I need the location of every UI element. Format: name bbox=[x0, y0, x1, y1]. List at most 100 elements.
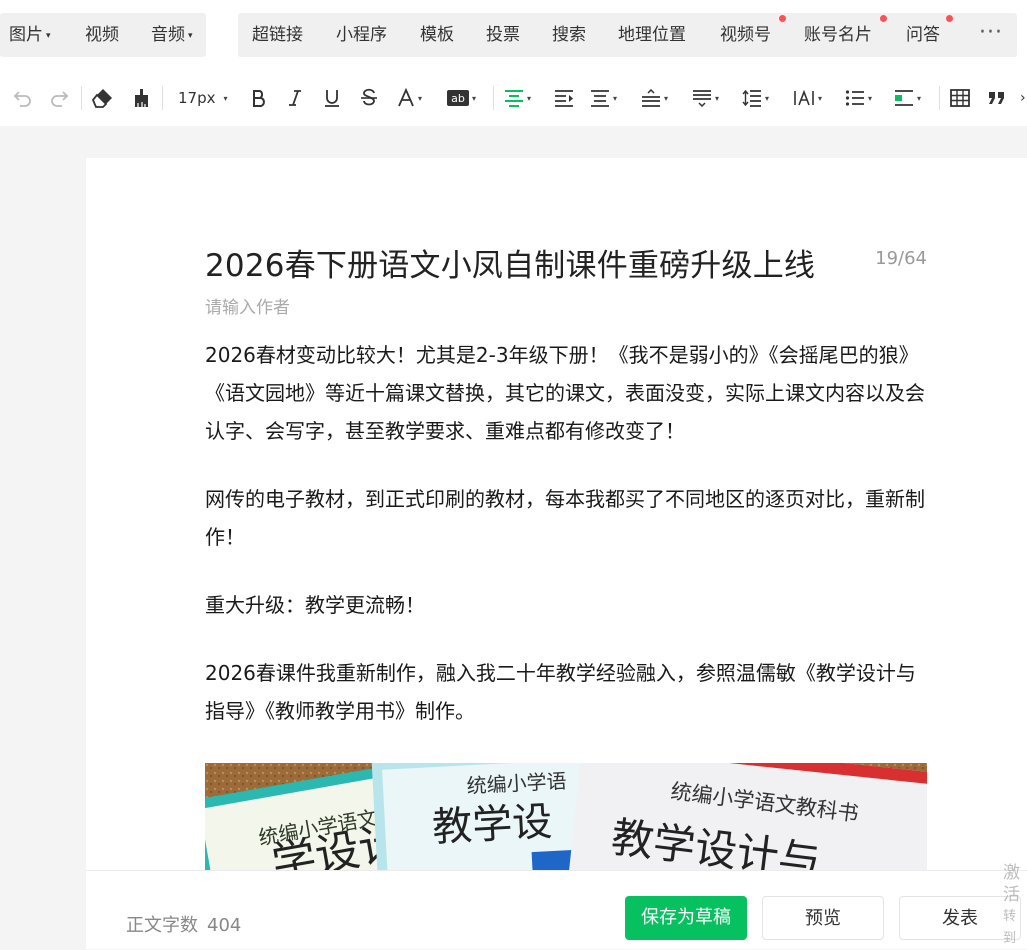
title-char-count: 19/64 bbox=[875, 248, 927, 269]
paragraph-spacing-button[interactable]: ▾ bbox=[590, 70, 617, 126]
word-count-label: 正文字数 bbox=[126, 915, 198, 936]
italic-button[interactable] bbox=[287, 70, 303, 126]
body-paragraph: 2026春材变动比较大！尤其是2-3年级下册！《我不是弱小的》《会摇尾巴的狼》《… bbox=[205, 343, 925, 443]
watermark-line: 转到 bbox=[1003, 909, 1017, 946]
chevron-down-icon: ▾ bbox=[472, 93, 477, 103]
chevron-icon: › bbox=[1020, 90, 1026, 106]
save-draft-button[interactable]: 保存为草稿 bbox=[625, 896, 747, 940]
paint-brush-icon bbox=[135, 89, 148, 107]
strikethrough-icon bbox=[361, 88, 377, 106]
chevron-down-icon: ▾ bbox=[917, 93, 922, 103]
italic-icon bbox=[289, 90, 301, 106]
strikethrough-button[interactable] bbox=[360, 70, 378, 126]
body-paragraph: 2026春课件我重新制作，融入我二十年教学经验融入，参照温儒敏《教学设计与指导》… bbox=[205, 661, 916, 723]
insert-toolbar: 图片 ▾ 视频 音频 ▾ 超链接 小程序 模板 投票 搜索 地理位置 视频号 账号名… bbox=[0, 0, 1027, 70]
more-format-button[interactable]: › bbox=[1020, 70, 1026, 126]
insert-location-button[interactable]: 地理位置 bbox=[618, 13, 686, 57]
paragraph-spacing-icon bbox=[591, 90, 609, 107]
font-size-select[interactable]: 17px ▾ bbox=[178, 70, 228, 126]
space-before-icon bbox=[642, 89, 660, 107]
svg-text:ab: ab bbox=[451, 92, 465, 105]
space-after-icon bbox=[693, 90, 711, 107]
insert-video-button[interactable]: 视频 bbox=[85, 13, 119, 57]
insert-account-card-button[interactable]: 账号名片 bbox=[804, 13, 872, 57]
insert-search-button[interactable]: 搜索 bbox=[552, 13, 586, 57]
background-color-button[interactable]: ab ▾ bbox=[447, 70, 476, 126]
textbook-photo: 统编小学语文 学设计 统编小学语 教学设 统编小学语文教科书 教学设计与 bbox=[205, 763, 927, 873]
chevron-down-icon: ▾ bbox=[715, 93, 720, 103]
insert-template-button[interactable]: 模板 bbox=[420, 13, 454, 57]
publish-footer: 正文字数 404 保存为草稿 预览 发表 bbox=[86, 870, 1027, 949]
word-count-value: 404 bbox=[207, 915, 242, 936]
media-insert-group: 图片 ▾ 视频 音频 ▾ bbox=[0, 13, 206, 57]
undo-icon bbox=[13, 91, 31, 107]
space-after-button[interactable]: ▾ bbox=[692, 70, 719, 126]
content-insert-group: 超链接 小程序 模板 投票 搜索 地理位置 视频号 账号名片 问答 ··· bbox=[238, 13, 1017, 57]
table-icon bbox=[950, 89, 970, 107]
underline-icon bbox=[325, 90, 339, 107]
redo-button[interactable] bbox=[48, 70, 70, 126]
new-dot-icon bbox=[779, 15, 786, 22]
toolbar-divider bbox=[81, 86, 82, 110]
article-image[interactable]: 统编小学语文 学设计 统编小学语 教学设 统编小学语文教科书 教学设计与 bbox=[205, 763, 927, 873]
insert-vote-button[interactable]: 投票 bbox=[486, 13, 520, 57]
bold-button[interactable] bbox=[251, 70, 267, 126]
font-color-icon bbox=[398, 88, 414, 107]
new-dot-icon bbox=[880, 15, 887, 22]
bullet-list-icon bbox=[845, 90, 864, 106]
style-block-button[interactable]: ▾ bbox=[894, 70, 921, 126]
line-height-button[interactable]: ▾ bbox=[742, 70, 769, 126]
letter-spacing-icon bbox=[794, 89, 814, 106]
list-button[interactable]: ▾ bbox=[845, 70, 872, 126]
insert-qa-button[interactable]: 问答 bbox=[906, 13, 940, 57]
article-body-editor[interactable]: 2026春材变动比较大！尤其是2-3年级下册！《我不是弱小的》《会摇尾巴的狼》《… bbox=[205, 336, 929, 760]
chevron-down-icon: ▾ bbox=[188, 31, 193, 41]
style-block-icon bbox=[895, 90, 913, 106]
letter-spacing-button[interactable]: ▾ bbox=[793, 70, 822, 126]
toolbar-divider bbox=[162, 86, 163, 110]
chevron-down-icon: ▾ bbox=[418, 93, 423, 103]
highlight-icon: ab bbox=[447, 90, 469, 106]
indent-button[interactable] bbox=[554, 70, 574, 126]
chevron-down-icon: ▾ bbox=[527, 93, 532, 103]
insert-image-button[interactable]: 图片 ▾ bbox=[9, 13, 51, 57]
insert-hyperlink-button[interactable]: 超链接 bbox=[252, 13, 303, 57]
activation-watermark: 激活 转到 bbox=[1003, 862, 1027, 950]
toolbar-divider bbox=[493, 86, 494, 110]
line-height-icon bbox=[742, 89, 761, 107]
chevron-down-icon: ▾ bbox=[664, 93, 669, 103]
align-center-button[interactable]: ▾ bbox=[504, 70, 531, 126]
format-toolbar: 17px ▾ ▾ ab ▾ ▾ ▾ ▾ ▾ ▾ ▾ ▾ ▾ › bbox=[0, 70, 1027, 126]
chevron-down-icon: ▾ bbox=[46, 31, 51, 41]
font-color-button[interactable]: ▾ bbox=[397, 70, 422, 126]
chevron-down-icon: ▾ bbox=[223, 93, 228, 103]
editor-card: 2026春下册语文小凤自制课件重磅升级上线 19/64 请输入作者 2026春材… bbox=[86, 158, 1027, 948]
body-paragraph: 重大升级：教学更流畅！ bbox=[205, 593, 425, 617]
preview-button[interactable]: 预览 bbox=[762, 896, 884, 940]
clear-format-button[interactable] bbox=[92, 70, 114, 126]
underline-button[interactable] bbox=[323, 70, 341, 126]
article-title-input[interactable]: 2026春下册语文小凤自制课件重磅升级上线 bbox=[205, 240, 815, 285]
new-dot-icon bbox=[946, 15, 953, 22]
space-before-button[interactable]: ▾ bbox=[641, 70, 668, 126]
toolbar-divider bbox=[939, 86, 940, 110]
quote-button[interactable] bbox=[987, 70, 1007, 126]
insert-miniprogram-button[interactable]: 小程序 bbox=[336, 13, 387, 57]
watermark-line: 激活 bbox=[1003, 863, 1020, 905]
format-painter-button[interactable] bbox=[131, 70, 153, 126]
redo-icon bbox=[51, 91, 69, 107]
insert-table-button[interactable] bbox=[950, 70, 970, 126]
book-title-text: 教学设 bbox=[431, 799, 553, 851]
word-count: 正文字数 404 bbox=[126, 911, 241, 937]
bold-icon bbox=[253, 90, 265, 107]
chevron-down-icon: ▾ bbox=[613, 93, 618, 103]
insert-audio-button[interactable]: 音频 ▾ bbox=[151, 13, 193, 57]
more-icon[interactable]: ··· bbox=[979, 13, 1003, 57]
insert-channels-button[interactable]: 视频号 bbox=[720, 13, 771, 57]
undo-button[interactable] bbox=[12, 70, 34, 126]
author-input[interactable]: 请输入作者 bbox=[205, 293, 290, 318]
chevron-down-icon: ▾ bbox=[818, 93, 823, 103]
chevron-down-icon: ▾ bbox=[765, 93, 770, 103]
body-paragraph: 网传的电子教材，到正式印刷的教材，每本我都买了不同地区的逐页对比，重新制作！ bbox=[205, 487, 925, 549]
eraser-icon bbox=[92, 89, 112, 108]
